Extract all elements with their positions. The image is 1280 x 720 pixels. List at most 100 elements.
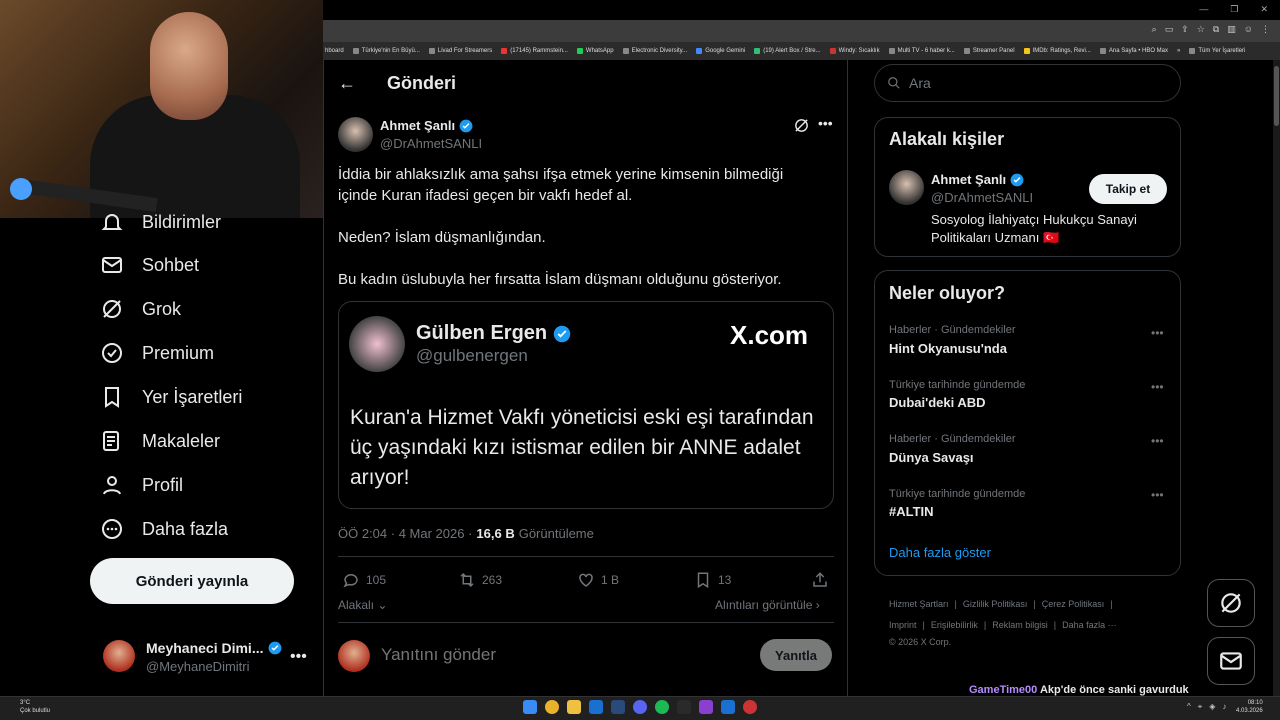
author-name[interactable]: Ahmet Şanlı: [380, 118, 473, 133]
repost-action[interactable]: 263: [458, 571, 502, 589]
trend-item[interactable]: Dubai'deki ABD: [889, 395, 986, 410]
account-name[interactable]: Meyhaneci Dimi...: [146, 640, 282, 656]
footer-link[interactable]: Daha fazla ···: [1062, 620, 1117, 630]
author-handle[interactable]: @DrAhmetSANLI: [380, 136, 482, 151]
reply-action[interactable]: 105: [342, 571, 386, 589]
folder-icon[interactable]: [567, 700, 581, 714]
show-more-link[interactable]: Daha fazla göster: [889, 545, 991, 560]
related-name[interactable]: Ahmet Şanlı: [931, 172, 1024, 187]
all-bookmarks[interactable]: Tüm Yer İşaretleri: [1189, 48, 1245, 54]
like-action[interactable]: 1 B: [577, 571, 619, 589]
star-icon[interactable]: ☆: [1197, 24, 1205, 35]
menu-icon[interactable]: ⋮: [1261, 24, 1270, 35]
location-icon[interactable]: ⌖: [1198, 702, 1203, 712]
trend-item[interactable]: #ALTIN: [889, 504, 934, 519]
bookmark-item[interactable]: (17145) Rammstein...: [501, 48, 568, 54]
app-icon[interactable]: [589, 700, 603, 714]
nav-premium[interactable]: Premium: [100, 341, 214, 365]
back-arrow-icon[interactable]: ←: [338, 73, 356, 94]
bookmark-item[interactable]: Google Gemini: [696, 48, 745, 54]
share-icon[interactable]: ⇪: [1181, 24, 1189, 35]
steam-icon[interactable]: [611, 700, 625, 714]
volume-icon[interactable]: ♪: [1222, 702, 1226, 712]
footer-link[interactable]: Gizlilik Politikası: [963, 599, 1028, 609]
post-time[interactable]: ÖÖ 2:04 · 4 Mar 2026 ·: [338, 526, 472, 541]
app-icon[interactable]: [677, 700, 691, 714]
trend-more-icon[interactable]: •••: [1151, 488, 1164, 502]
bookmark-item[interactable]: Electronic Diversity...: [622, 48, 687, 54]
network-icon[interactable]: ◈: [1209, 702, 1215, 712]
footer-link[interactable]: Hizmet Şartları: [889, 599, 949, 609]
nav-profile[interactable]: Profil: [100, 473, 183, 497]
reply-input[interactable]: [381, 645, 602, 665]
share-action[interactable]: [811, 571, 829, 589]
discord-icon[interactable]: [633, 700, 647, 714]
trend-more-icon[interactable]: •••: [1151, 380, 1164, 394]
bookmark-item[interactable]: (19) Alert Box / Stre...: [754, 48, 821, 54]
view-quotes-link[interactable]: Alıntıları görüntüle ›: [715, 598, 820, 612]
footer-link[interactable]: Reklam bilgisi: [992, 620, 1048, 630]
maximize-icon[interactable]: ❐: [1230, 4, 1238, 15]
scrollbar-thumb[interactable]: [1274, 66, 1279, 126]
bookmark-item[interactable]: Ana Sayfa • HBO Max: [1099, 48, 1168, 54]
cast-icon[interactable]: ▭: [1165, 24, 1174, 35]
bookmark-item[interactable]: WhatsApp: [576, 48, 614, 54]
post-button[interactable]: Gönderi yayınla: [90, 558, 294, 604]
bookmark-item[interactable]: Streamer Panel: [963, 48, 1015, 54]
spotify-icon[interactable]: [655, 700, 669, 714]
imdb-icon: [1023, 48, 1030, 54]
nav-notifications[interactable]: Bildirimler: [100, 210, 221, 234]
search-input[interactable]: Ara: [874, 64, 1181, 102]
grok-icon[interactable]: [793, 117, 810, 137]
windows-start-icon[interactable]: [523, 700, 537, 714]
grok-fab[interactable]: [1207, 579, 1255, 627]
trend-item[interactable]: Hint Okyanusu'nda: [889, 341, 1007, 356]
nav-articles[interactable]: Makaleler: [100, 429, 220, 453]
reply-button[interactable]: Yanıtla: [760, 639, 832, 671]
chevron-up-icon[interactable]: ^: [1187, 702, 1191, 712]
profile-icon[interactable]: ☺: [1244, 24, 1253, 35]
extensions-icon[interactable]: ⧉: [1213, 24, 1219, 35]
bookmark-item[interactable]: IMDb: Ratings, Revi...: [1023, 48, 1091, 54]
footer-link[interactable]: Erişilebilirlik: [931, 620, 978, 630]
author-avatar[interactable]: [338, 117, 373, 152]
app-icon[interactable]: [721, 700, 735, 714]
related-avatar[interactable]: [889, 170, 924, 205]
weather-widget[interactable]: 3°C Çok bulutlu: [6, 699, 50, 715]
bookmark-action[interactable]: 13: [694, 571, 731, 589]
trend-context: Türkiye tarihinde gündemde: [889, 379, 1026, 391]
nav-more[interactable]: Daha fazla: [100, 517, 228, 541]
trend-item[interactable]: Dünya Savaşı: [889, 450, 974, 465]
trend-more-icon[interactable]: •••: [1151, 434, 1164, 448]
messages-fab[interactable]: [1207, 637, 1255, 685]
bookmark-item[interactable]: Türkiye'nin En Büyü...: [352, 48, 420, 54]
zoom-icon[interactable]: ⌕: [1152, 24, 1157, 35]
scrollbar[interactable]: [1273, 60, 1280, 696]
nav-bookmarks[interactable]: Yer İşaretleri: [100, 385, 242, 409]
nav-grok[interactable]: Grok: [100, 297, 181, 321]
trend-more-icon[interactable]: •••: [1151, 326, 1164, 340]
bookmarks-overflow[interactable]: »: [1177, 48, 1180, 54]
window-controls[interactable]: — ❐ ✕: [1199, 4, 1268, 15]
clock[interactable]: 08:10 4.03.2026: [1236, 699, 1263, 715]
minimize-icon[interactable]: —: [1199, 4, 1208, 15]
sort-replies-dropdown[interactable]: Alakalı ⌄: [338, 598, 387, 612]
footer-link[interactable]: Imprint: [889, 620, 917, 630]
system-tray: ^ ⌖ ◈ ♪: [1187, 702, 1226, 712]
bookmark-item[interactable]: Livad For Streamers: [428, 48, 492, 54]
footer-link[interactable]: Çerez Politikası: [1042, 599, 1105, 609]
app-icon[interactable]: [743, 700, 757, 714]
nav-chat[interactable]: Sohbet: [100, 253, 199, 277]
bookmark-item[interactable]: hboard: [325, 48, 344, 54]
follow-button[interactable]: Takip et: [1089, 174, 1167, 204]
avatar[interactable]: [103, 640, 135, 672]
account-menu-icon[interactable]: •••: [290, 648, 307, 666]
app-icon[interactable]: [699, 700, 713, 714]
sidebar-icon[interactable]: ▥: [1227, 24, 1236, 35]
bookmark-item[interactable]: Windy: Sıcaklık: [829, 48, 880, 54]
chrome-icon[interactable]: [545, 700, 559, 714]
bookmark-item[interactable]: Multi TV - 6 haber k...: [888, 48, 955, 54]
close-icon[interactable]: ✕: [1260, 4, 1268, 15]
more-options-icon[interactable]: •••: [818, 115, 833, 131]
trend-context: Haberler · Gündemdekiler: [889, 433, 1016, 445]
